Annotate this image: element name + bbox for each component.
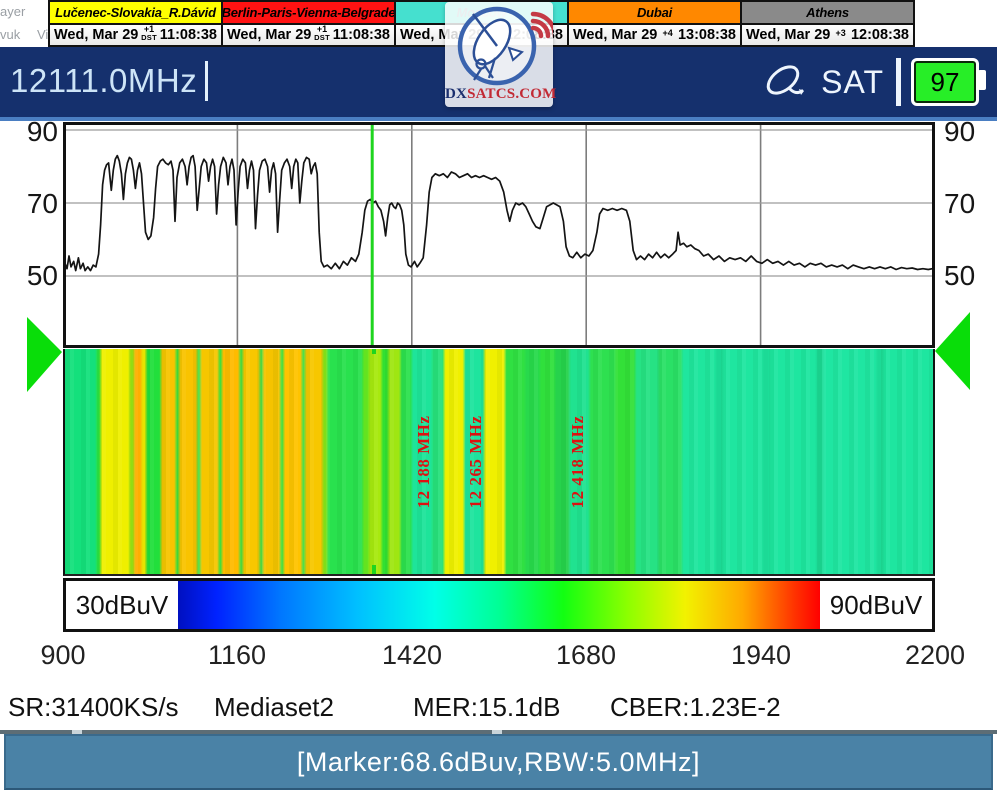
clock-utc-offset: +4 (663, 29, 673, 38)
y-tick-right-50: 50 (944, 260, 986, 292)
meter-screen: ayer vuk Vid Lučenec-Slovakia_R.Dávid We… (0, 0, 997, 792)
frequency-value: 12111.0MHz (10, 62, 197, 100)
x-tick-1680: 1680 (556, 640, 616, 671)
provider-readout: Mediaset2 (214, 692, 334, 723)
mer-readout: MER:15.1dB (413, 692, 560, 723)
clock-time: 11:08:38 (160, 27, 217, 43)
clock-time: 13:08:38 (678, 27, 736, 43)
clock-time-row: Wed, Mar 29 +3 12:08:38 (742, 25, 913, 45)
marker-readout: [Marker:68.6dBuv,RBW:5.0MHz] (297, 747, 700, 778)
spectrogram-waterfall: 12 188 MHz 12 265 MHz 12 418 MHz (63, 349, 935, 576)
clock-time: 11:08:38 (333, 27, 390, 43)
frequency-input[interactable]: 12111.0MHz (10, 61, 208, 101)
clock-city-label: Lučenec-Slovakia_R.Dávid (50, 2, 221, 25)
spectrum-plot[interactable] (63, 122, 935, 348)
clock-city-label: Athens (742, 2, 913, 25)
logo-wordmark: DXSATCS.COM (445, 86, 553, 103)
plot-gridlines (66, 125, 932, 345)
background-window-fragment: ayer (0, 4, 25, 19)
transponder-frequency-label: 12 265 MHz (466, 402, 486, 522)
transponder-frequency-label: 12 418 MHz (568, 402, 588, 522)
transponder-frequency-label: 12 188 MHz (414, 402, 434, 522)
header-right-group: SAT 97 (759, 55, 989, 109)
clock-time: 12:08:38 (851, 27, 909, 43)
satellite-dish-icon (759, 56, 815, 108)
colorbar-min-label: 30dBuV (66, 581, 178, 629)
x-tick-1940: 1940 (731, 640, 791, 671)
background-window-fragment: vuk (0, 27, 20, 42)
cber-readout: CBER:1.23E-2 (610, 692, 781, 723)
clock-utc-offset: +3 (836, 29, 846, 38)
clock-day: Wed, Mar 29 (54, 27, 138, 43)
clock-day: Wed, Mar 29 (227, 27, 311, 43)
plot-frame (65, 124, 934, 347)
clock-time-row: Wed, Mar 29 +1DST 11:08:38 (50, 25, 221, 45)
marker-handle-right[interactable] (935, 312, 970, 390)
x-tick-900: 900 (40, 640, 85, 671)
marker-tick-bottom (372, 565, 376, 574)
y-tick-left-90: 90 (20, 116, 58, 148)
battery-nub (978, 70, 986, 90)
clock-athens: Athens Wed, Mar 29 +3 12:08:38 (740, 0, 915, 47)
clock-dubai: Dubai Wed, Mar 29 +4 13:08:38 (567, 0, 742, 47)
logo-dx: DX (445, 86, 467, 102)
marker-status-bar: [Marker:68.6dBuv,RBW:5.0MHz] (4, 734, 993, 790)
x-tick-1160: 1160 (208, 640, 266, 671)
clock-time-row: Wed, Mar 29 +1DST 11:08:38 (223, 25, 394, 45)
battery-indicator: 97 (911, 58, 979, 106)
y-tick-right-90: 90 (944, 116, 986, 148)
clock-day: Wed, Mar 29 (573, 27, 657, 43)
clock-day: Wed, Mar 29 (746, 27, 830, 43)
separator-bar (896, 58, 901, 106)
clock-lucenec: Lučenec-Slovakia_R.Dávid Wed, Mar 29 +1D… (48, 0, 223, 47)
y-tick-left-70: 70 (20, 188, 58, 220)
logo-satcs: SATCS.COM (467, 86, 556, 102)
clock-city-label: Dubai (569, 2, 740, 25)
clock-utc-offset: +1DST (314, 25, 330, 42)
x-tick-2200: 2200 (905, 640, 965, 671)
clock-berlin: Berlin-Paris-Vienna-Belgrade Wed, Mar 29… (221, 0, 396, 47)
y-tick-left-50: 50 (20, 260, 58, 292)
battery-percent: 97 (931, 67, 960, 98)
colorbar: 30dBuV 90dBuV (63, 578, 935, 632)
satellite-dish-logo-icon (445, 2, 553, 86)
clock-time-row: Wed, Mar 29 +4 13:08:38 (569, 25, 740, 45)
y-tick-right-70: 70 (944, 188, 986, 220)
dxsatcs-logo: DXSATCS.COM (445, 2, 553, 107)
clock-utc-offset: +1DST (141, 25, 157, 42)
clock-city-label: Berlin-Paris-Vienna-Belgrade (223, 2, 394, 25)
colorbar-gradient (178, 581, 820, 629)
text-cursor (205, 61, 208, 101)
waterfall-texture (65, 349, 933, 574)
colorbar-max-label: 90dBuV (820, 581, 932, 629)
symbol-rate-readout: SR:31400KS/s (8, 692, 179, 723)
sat-mode-label: SAT (821, 64, 884, 101)
marker-handle-left[interactable] (27, 317, 62, 392)
marker-tick-top (372, 349, 376, 354)
spectrum-trace (63, 156, 935, 271)
x-tick-1420: 1420 (382, 640, 442, 671)
